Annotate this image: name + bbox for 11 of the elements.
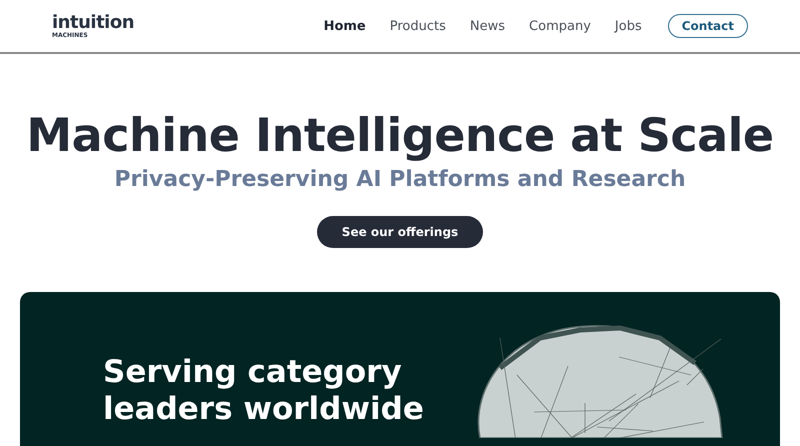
logo-wordmark[interactable]: intuition xyxy=(52,14,134,32)
offerings-button[interactable]: See our offerings xyxy=(316,216,484,248)
card-heading: Serving category leaders worldwide xyxy=(103,354,425,429)
nav-link[interactable]: Jobs xyxy=(614,18,642,34)
hero-title: Machine Intelligence at Scale xyxy=(26,107,774,163)
contact-button[interactable]: Contact xyxy=(668,14,748,38)
hero-subtitle: Privacy-Preserving AI Platforms and Research xyxy=(114,167,686,192)
nav-link[interactable]: Home xyxy=(324,18,366,34)
nav-link[interactable]: Company xyxy=(529,18,591,34)
nav-link[interactable]: Products xyxy=(390,18,446,34)
nav-link[interactable]: News xyxy=(470,18,506,34)
